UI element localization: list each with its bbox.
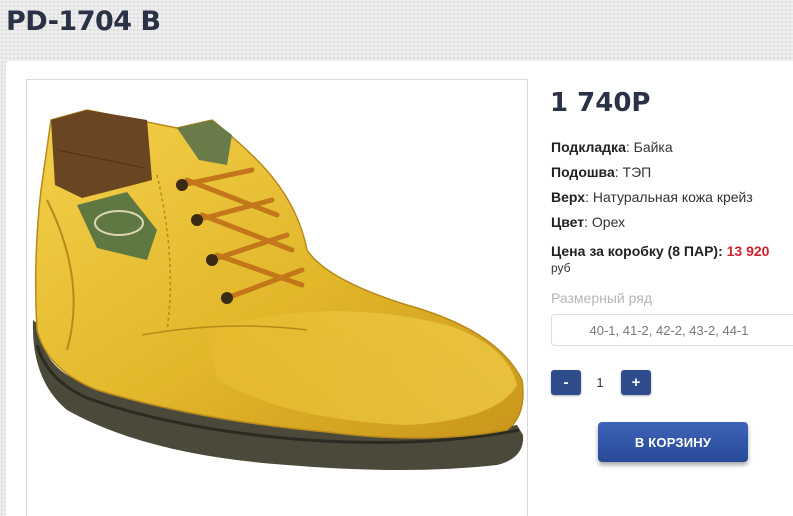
product-price: 1 740Р [550,88,651,118]
add-to-cart-button[interactable]: В КОРЗИНУ [598,422,748,462]
box-price-label: Цена за коробку (8 ПАР): [551,243,723,259]
spec-lining: Подкладка: Байка [551,139,673,155]
product-image[interactable] [26,79,528,516]
quantity-increase-button[interactable]: + [621,370,651,395]
currency-label: руб [551,261,571,275]
spec-value: : ТЭП [614,164,652,180]
spec-label: Верх [551,189,586,205]
size-range-value: 40-1, 41-2, 42-2, 43-2, 44-1 [589,322,749,338]
spec-label: Подошва [551,164,615,180]
spec-color: Цвет: Орех [551,214,625,230]
size-range-select[interactable]: 40-1, 41-2, 42-2, 43-2, 44-1 [551,314,793,346]
spec-value: : Орех [584,214,626,230]
spec-value: : Натуральная кожа крейз [585,189,753,205]
quantity-decrease-button[interactable]: - [551,370,581,395]
size-range-label: Размерный ряд [551,290,653,306]
spec-value: : Байка [625,139,673,155]
spec-label: Цвет [551,214,585,230]
quantity-input[interactable]: 1 [585,370,615,395]
boot-illustration [32,109,524,470]
spec-upper: Верх: Натуральная кожа крейз [551,189,753,205]
spec-sole: Подошва: ТЭП [551,164,651,180]
box-price-value: 13 920 [726,243,770,259]
box-price: Цена за коробку (8 ПАР): 13 920 [551,243,769,259]
product-title: PD-1704 B [6,6,161,37]
spec-label: Подкладка [551,139,626,155]
